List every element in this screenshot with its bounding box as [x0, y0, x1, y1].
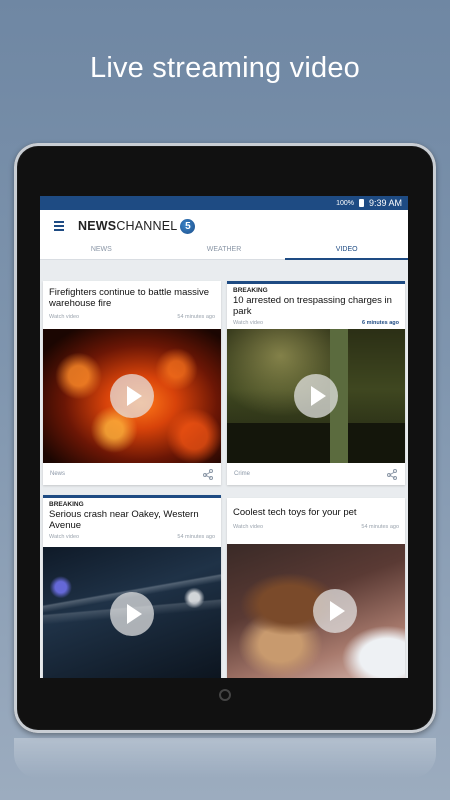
menu-icon[interactable] — [54, 221, 64, 231]
watch-video-label: Watch video — [233, 320, 264, 326]
card-title[interactable]: Firefighters continue to battle massive … — [49, 287, 215, 309]
video-thumbnail[interactable] — [227, 329, 405, 463]
tab-bar: NEWS WEATHER VIDEO — [40, 242, 408, 260]
tab-video[interactable]: VIDEO — [285, 242, 408, 260]
card-timestamp: 54 minutes ago — [361, 524, 399, 530]
video-card[interactable]: BREAKING 10 arrested on trespassing char… — [227, 281, 405, 485]
breaking-label: BREAKING — [233, 287, 268, 294]
tablet-reflection — [14, 738, 436, 778]
card-title[interactable]: Serious crash near Oakey, Western Avenue — [49, 509, 215, 531]
video-thumbnail[interactable] — [43, 547, 221, 678]
card-category: News — [50, 471, 66, 477]
card-category: Crime — [234, 471, 250, 477]
battery-level: 100% — [336, 199, 354, 207]
home-button[interactable] — [219, 689, 231, 701]
app-logo: NEWS CHANNEL 5 — [78, 218, 196, 234]
tab-news[interactable]: NEWS — [40, 242, 163, 259]
status-bar: 100% 9:39 AM — [40, 196, 408, 210]
app-bar: NEWS CHANNEL 5 — [40, 210, 408, 242]
watch-video-label: Watch video — [233, 524, 264, 530]
card-timestamp: 6 minutes ago — [362, 320, 399, 326]
clock: 9:39 AM — [368, 198, 402, 208]
play-icon[interactable] — [294, 374, 338, 418]
app-screen: 100% 9:39 AM NEWS CHANNEL 5 NEWS WEATHER… — [40, 196, 408, 678]
video-thumbnail[interactable] — [227, 544, 405, 678]
card-title[interactable]: Coolest tech toys for your pet — [233, 507, 399, 518]
play-icon[interactable] — [110, 592, 154, 636]
battery-icon — [358, 199, 364, 207]
share-icon[interactable] — [203, 468, 214, 480]
play-icon[interactable] — [313, 589, 357, 633]
video-card[interactable]: Coolest tech toys for your pet Watch vid… — [227, 498, 405, 678]
play-icon[interactable] — [110, 374, 154, 418]
video-card[interactable]: Firefighters continue to battle massive … — [43, 281, 221, 485]
tab-weather[interactable]: WEATHER — [163, 242, 286, 259]
card-timestamp: 54 minutes ago — [177, 534, 215, 540]
logo-regular-text: CHANNEL — [116, 219, 178, 233]
breaking-label: BREAKING — [49, 501, 84, 508]
channel-logo-mark: 5 — [180, 218, 196, 234]
share-icon[interactable] — [387, 468, 398, 480]
card-timestamp: 54 minutes ago — [177, 314, 215, 320]
watch-video-label: Watch video — [49, 314, 80, 320]
logo-bold-text: NEWS — [78, 219, 117, 233]
video-thumbnail[interactable] — [43, 329, 221, 463]
video-card[interactable]: BREAKING Serious crash near Oakey, Weste… — [43, 495, 221, 678]
promo-headline: Live streaming video — [90, 52, 360, 84]
card-title[interactable]: 10 arrested on trespassing charges in pa… — [233, 295, 399, 317]
watch-video-label: Watch video — [49, 534, 80, 540]
